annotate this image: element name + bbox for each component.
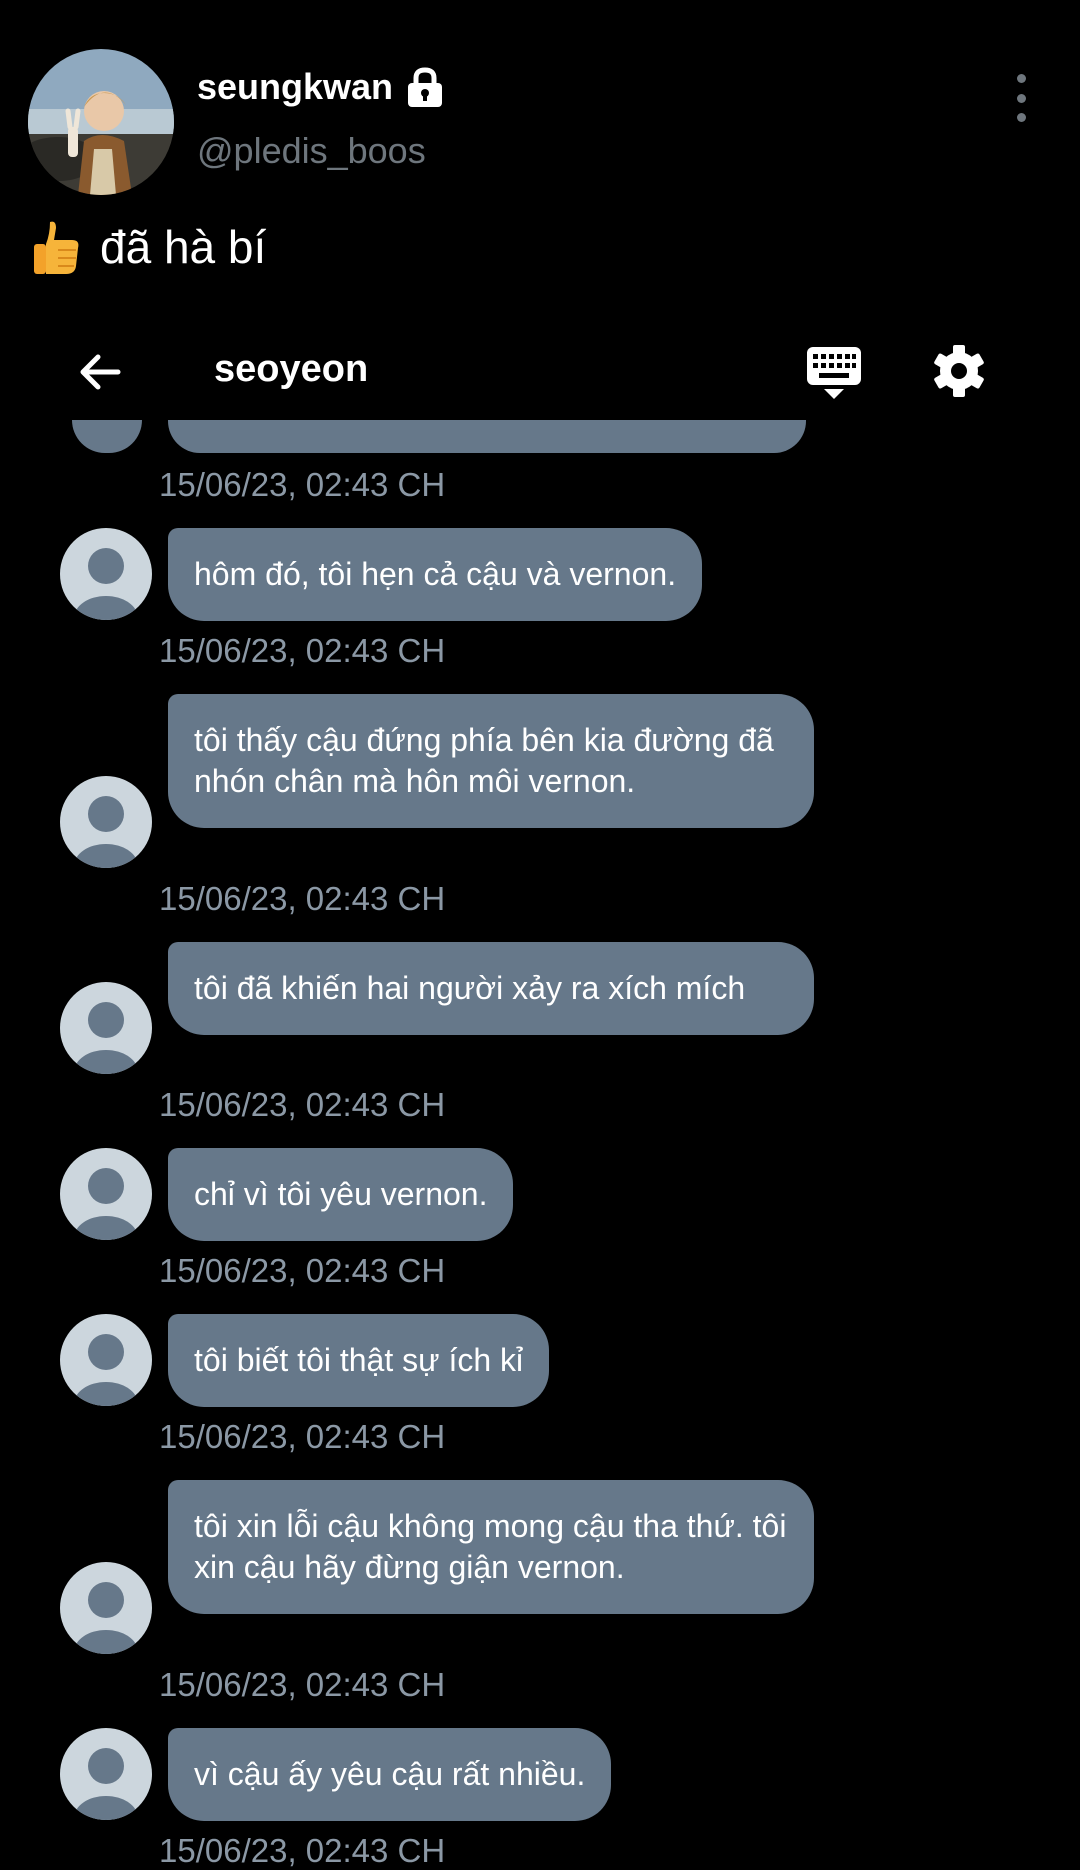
default-avatar-icon (74, 796, 138, 868)
default-avatar-icon (74, 1748, 138, 1820)
default-avatar-icon (74, 1002, 138, 1074)
lock-icon (408, 67, 443, 107)
message-bubble[interactable]: chỉ vì tôi yêu vernon. (168, 1148, 514, 1241)
gear-icon[interactable] (932, 344, 986, 398)
tweet-body: đã hà bí (30, 218, 266, 276)
message-timestamp: 15/06/23, 02:43 CH (159, 1252, 446, 1289)
thumbs-up-icon (34, 221, 79, 274)
message-timestamp: 15/06/23, 02:43 CH (159, 1418, 446, 1455)
message-timestamp: 15/06/23, 02:43 CH (159, 632, 446, 669)
chat-title: seoyeon (214, 348, 369, 390)
dot (1016, 93, 1026, 103)
display-name-row: seungkwan (197, 66, 445, 108)
avatar (72, 420, 142, 453)
tweet-header: seungkwan @pledis_boos đã hà bí (0, 0, 1080, 290)
tweet-text: đã hà bí (100, 221, 267, 273)
message-timestamp: 15/06/23, 02:43 CH (159, 1666, 446, 1703)
display-name[interactable]: seungkwan (197, 66, 393, 108)
default-avatar-icon (74, 1334, 138, 1406)
profile-photo (28, 49, 174, 195)
avatar (60, 528, 152, 620)
profile-avatar[interactable] (28, 49, 174, 195)
chat-topbar: seoyeon (0, 330, 1080, 412)
message-bubble[interactable]: tôi đã khiến hai người xảy ra xích mích (168, 942, 814, 1035)
message-timestamp: 15/06/23, 02:43 CH (159, 880, 446, 917)
default-avatar-icon (74, 1168, 138, 1240)
avatar (60, 1728, 152, 1820)
message-bubble[interactable]: tôi thấy cậu đứng phía bên kia đường đã … (168, 694, 814, 828)
default-avatar-icon (74, 548, 138, 620)
message-bubble[interactable]: hôm đó, tôi hẹn cả cậu và vernon. (168, 528, 703, 621)
message-timestamp: 15/06/23, 02:43 CH (159, 1086, 446, 1123)
arrow-left-icon[interactable] (76, 348, 124, 396)
avatar (60, 982, 152, 1074)
avatar (60, 1314, 152, 1406)
message-timestamp: 15/06/23, 02:43 CH (159, 1832, 446, 1869)
dot (1016, 113, 1026, 122)
message-bubble[interactable]: vì cậu ấy yêu cậu rất nhiều. (168, 1728, 612, 1821)
avatar (60, 776, 152, 868)
more-options-icon[interactable] (1005, 74, 1037, 122)
keyboard-icon[interactable] (806, 346, 862, 400)
avatar (60, 1562, 152, 1654)
message-bubble[interactable]: tôi xin lỗi cậu không mong cậu tha thứ. … (168, 1480, 814, 1614)
avatar (60, 1148, 152, 1240)
user-handle[interactable]: @pledis_boos (197, 130, 426, 172)
dot (1016, 74, 1026, 83)
message-bubble[interactable]: tôi biết tôi thật sự ích kỉ (168, 1314, 550, 1407)
default-avatar-icon (74, 1582, 138, 1654)
message-bubble-partial (168, 420, 806, 453)
message-timestamp: 15/06/23, 02:43 CH (159, 466, 446, 503)
